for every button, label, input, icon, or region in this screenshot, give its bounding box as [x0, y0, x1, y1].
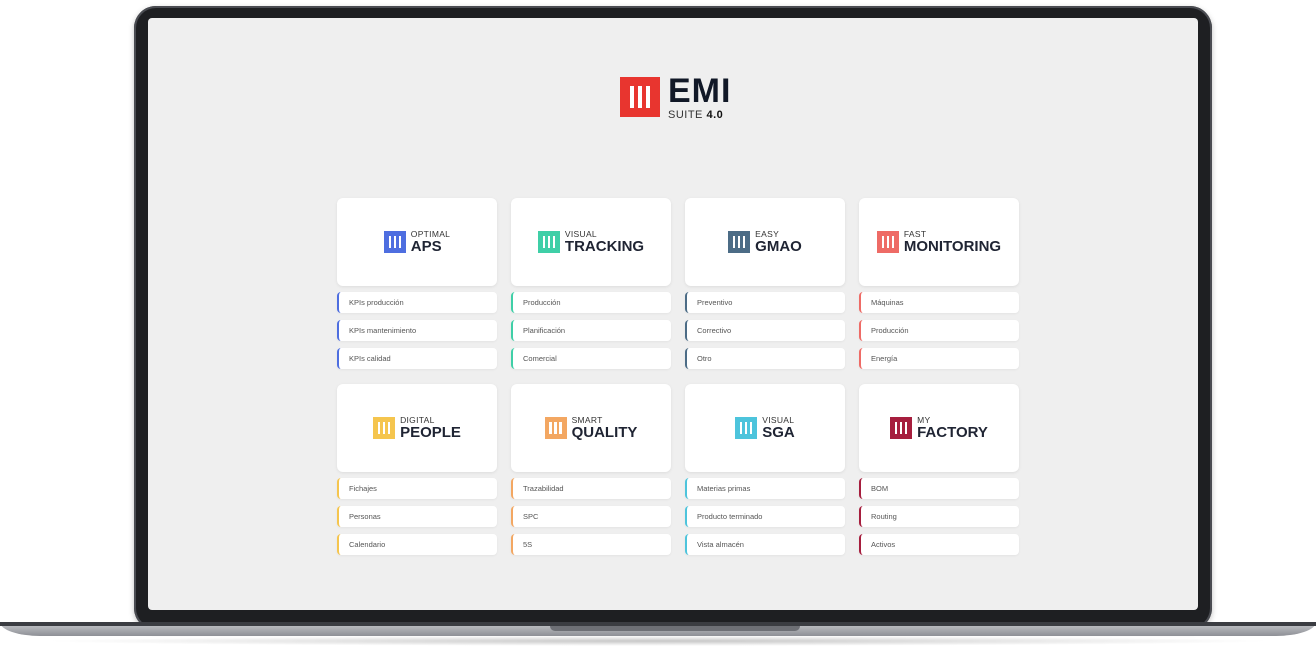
module-fast-monitoring: FAST MONITORING Máquinas Producción Ener…	[859, 198, 1019, 369]
module-visual-tracking: VISUAL TRACKING Producción Planificación…	[511, 198, 671, 369]
laptop-notch	[550, 626, 800, 631]
module-my-factory: MY FACTORY BOM Routing Activos	[859, 384, 1019, 555]
module-logo-icon	[890, 417, 913, 439]
module-card-quality[interactable]: SMART QUALITY	[511, 384, 671, 472]
module-link-comercial[interactable]: Comercial	[511, 348, 671, 369]
module-logo-icon	[544, 417, 567, 439]
module-link-preventivo[interactable]: Preventivo	[685, 292, 845, 313]
module-smart-quality: SMART QUALITY Trazabilidad SPC 5S	[511, 384, 671, 555]
module-link-calendario[interactable]: Calendario	[337, 534, 497, 555]
module-card-factory[interactable]: MY FACTORY	[859, 384, 1019, 472]
module-subtitle: VISUAL	[564, 228, 597, 239]
module-title: SGA	[762, 424, 795, 442]
module-logo-icon	[373, 417, 396, 439]
module-logo: FAST MONITORING	[876, 228, 1002, 256]
module-link-spc[interactable]: SPC	[511, 506, 671, 527]
module-logo: DIGITAL PEOPLE	[373, 414, 461, 442]
module-link-materias-primas[interactable]: Materias primas	[685, 478, 845, 499]
module-card-sga[interactable]: VISUAL SGA	[685, 384, 845, 472]
module-easy-gmao: EASY GMAO Preventivo Correctivo Otro	[685, 198, 845, 369]
module-logo-icon	[735, 417, 758, 439]
module-link-kpis-produccion[interactable]: KPIs producción	[337, 292, 497, 313]
module-link-correctivo[interactable]: Correctivo	[685, 320, 845, 341]
module-logo: MY FACTORY	[890, 414, 988, 442]
module-link-otro[interactable]: Otro	[685, 348, 845, 369]
module-link-activos[interactable]: Activos	[859, 534, 1019, 555]
module-subtitle: OPTIMAL	[410, 228, 451, 239]
module-title: MONITORING	[903, 238, 1002, 256]
module-title: TRACKING	[564, 238, 645, 256]
module-title: QUALITY	[571, 424, 638, 442]
module-link-kpis-mantenimiento[interactable]: KPIs mantenimiento	[337, 320, 497, 341]
module-link-maquinas[interactable]: Máquinas	[859, 292, 1019, 313]
brand-subtitle: SUITE 4.0	[668, 108, 724, 121]
module-logo-icon	[876, 231, 899, 253]
screen: EMI SUITE 4.0 OPTIMAL APS KPIs producció…	[148, 18, 1198, 610]
emi-logo-icon	[620, 77, 660, 117]
module-title: FACTORY	[917, 424, 988, 442]
module-link-energia[interactable]: Energía	[859, 348, 1019, 369]
module-subtitle: EASY	[755, 228, 780, 239]
module-optimal-aps: OPTIMAL APS KPIs producción KPIs manteni…	[337, 198, 497, 369]
module-link-produccion[interactable]: Producción	[859, 320, 1019, 341]
module-title: PEOPLE	[400, 424, 461, 442]
module-subtitle: SMART	[571, 414, 603, 425]
module-card-people[interactable]: DIGITAL PEOPLE	[337, 384, 497, 472]
module-link-planificacion[interactable]: Planificación	[511, 320, 671, 341]
module-link-vista-almacen[interactable]: Vista almacén	[685, 534, 845, 555]
module-link-fichajes[interactable]: Fichajes	[337, 478, 497, 499]
module-card-aps[interactable]: OPTIMAL APS	[337, 198, 497, 286]
module-logo: SMART QUALITY	[544, 414, 638, 442]
module-subtitle: MY	[917, 414, 931, 425]
module-logo-icon	[728, 231, 751, 253]
module-subtitle: DIGITAL	[400, 414, 435, 425]
module-card-monitoring[interactable]: FAST MONITORING	[859, 198, 1019, 286]
module-logo: OPTIMAL APS	[383, 228, 451, 256]
module-card-gmao[interactable]: EASY GMAO	[685, 198, 845, 286]
module-link-5s[interactable]: 5S	[511, 534, 671, 555]
module-subtitle: FAST	[903, 228, 927, 239]
module-logo: VISUAL SGA	[735, 414, 795, 442]
module-link-bom[interactable]: BOM	[859, 478, 1019, 499]
module-title: APS	[410, 238, 442, 256]
module-link-produccion[interactable]: Producción	[511, 292, 671, 313]
module-logo: VISUAL TRACKING	[537, 228, 645, 256]
brand-name: EMI	[668, 71, 732, 110]
module-grid: OPTIMAL APS KPIs producción KPIs manteni…	[337, 198, 1019, 555]
module-visual-sga: VISUAL SGA Materias primas Producto term…	[685, 384, 845, 555]
module-subtitle: VISUAL	[762, 414, 795, 425]
brand-logo: EMI SUITE 4.0	[620, 72, 731, 122]
module-logo-icon	[537, 231, 560, 253]
module-logo-icon	[383, 231, 406, 253]
laptop-shadow	[40, 636, 1276, 646]
module-digital-people: DIGITAL PEOPLE Fichajes Personas Calenda…	[337, 384, 497, 555]
module-title: GMAO	[755, 238, 802, 256]
module-logo: EASY GMAO	[728, 228, 802, 256]
module-link-producto-terminado[interactable]: Producto terminado	[685, 506, 845, 527]
module-link-trazabilidad[interactable]: Trazabilidad	[511, 478, 671, 499]
module-link-kpis-calidad[interactable]: KPIs calidad	[337, 348, 497, 369]
module-link-routing[interactable]: Routing	[859, 506, 1019, 527]
module-card-tracking[interactable]: VISUAL TRACKING	[511, 198, 671, 286]
module-link-personas[interactable]: Personas	[337, 506, 497, 527]
